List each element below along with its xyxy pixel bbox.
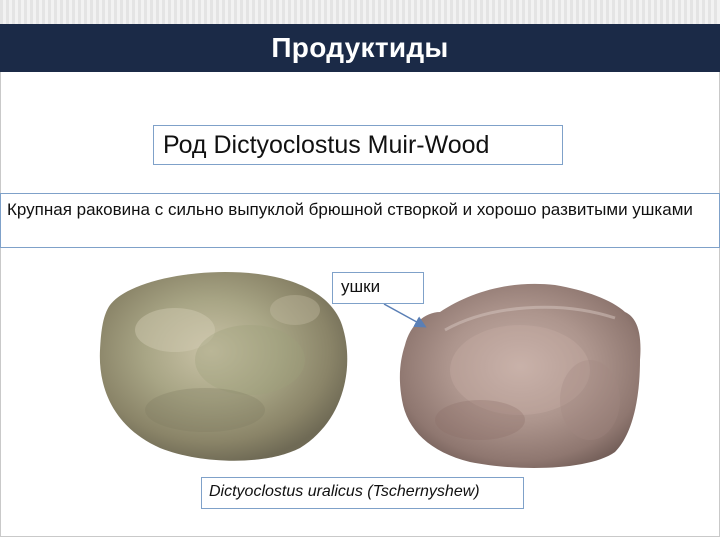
- fossil-images: [99, 272, 641, 468]
- ears-label-box: ушки: [332, 272, 424, 304]
- left-fossil-image: [99, 272, 348, 461]
- species-caption-box: Dictyoclostus uralicus (Tschernyshew): [201, 477, 524, 509]
- species-caption: Dictyoclostus uralicus (Tschernyshew): [209, 483, 480, 500]
- ears-pointer-arrow: [383, 303, 427, 328]
- ears-label: ушки: [341, 277, 381, 296]
- right-fossil-image: [399, 283, 641, 468]
